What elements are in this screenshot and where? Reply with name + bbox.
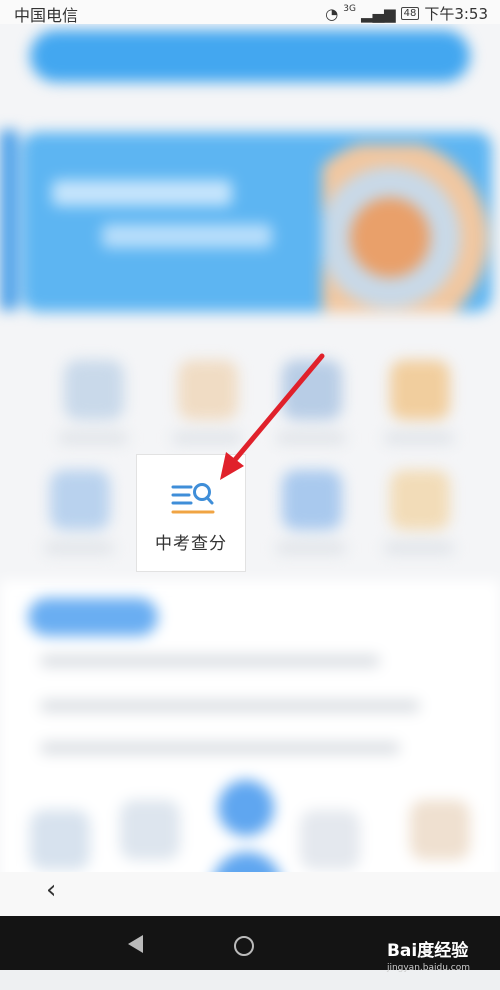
banner-title [52, 180, 232, 206]
feature-label [58, 432, 128, 444]
nav-home-icon[interactable] [234, 936, 254, 956]
feature-icon[interactable] [282, 360, 342, 420]
feature-label [44, 542, 114, 554]
left-edge-strip [0, 130, 18, 310]
feature-label [172, 432, 242, 444]
search-list-icon [171, 483, 215, 514]
section-tab[interactable] [28, 598, 158, 636]
feature-label [384, 432, 454, 444]
bottom-icon[interactable] [410, 800, 470, 860]
bottom-bar [0, 872, 500, 916]
battery-icon: 48 [400, 7, 420, 20]
feature-icon[interactable] [50, 470, 110, 530]
phone-screen: 中国电信 ◔ 3G ▂▄▆ 48 下午3:53 ‹ 中考查分 Bai度经验 ji… [0, 0, 500, 990]
back-chevron-icon[interactable]: ‹ [46, 875, 56, 905]
status-bar: 中国电信 ◔ 3G ▂▄▆ 48 下午3:53 [0, 0, 500, 25]
baidu-watermark: Bai度经验 jingyan.baidu.com [387, 936, 470, 973]
nav-back-icon[interactable] [128, 935, 143, 953]
network-type: 3G [343, 3, 356, 14]
wifi-icon: ◔ [325, 4, 339, 23]
feature-label [276, 432, 346, 444]
bottom-icon[interactable] [30, 810, 90, 870]
banner-subtitle [102, 224, 272, 248]
floating-button[interactable] [218, 780, 274, 836]
search-bar[interactable] [30, 30, 470, 82]
clock: 下午3:53 [424, 5, 488, 23]
feature-label [276, 542, 346, 554]
banner-illustration [322, 144, 492, 312]
feature-label [384, 542, 454, 554]
status-indicators: ◔ 3G ▂▄▆ 48 下午3:53 [325, 3, 488, 24]
watermark-url: jingyan.baidu.com [386, 963, 470, 973]
news-line[interactable] [40, 655, 380, 667]
watermark-brand: Bai度经验 [386, 941, 469, 961]
news-line[interactable] [40, 742, 400, 754]
carrier-name: 中国电信 [14, 6, 79, 25]
feature-icon[interactable] [390, 470, 450, 530]
feature-icon[interactable] [282, 470, 342, 530]
feature-icon[interactable] [178, 360, 238, 420]
feature-icon[interactable] [64, 360, 124, 420]
news-line[interactable] [40, 700, 420, 712]
blurred-app-background [0, 0, 500, 990]
bottom-icon[interactable] [120, 800, 180, 860]
exam-score-label: 中考查分 [155, 534, 227, 554]
exam-score-tile[interactable]: 中考查分 [136, 454, 246, 572]
feature-icon[interactable] [390, 360, 450, 420]
bottom-strip [0, 970, 500, 990]
bottom-icon[interactable] [300, 810, 360, 870]
banner[interactable] [22, 132, 492, 312]
signal-icon: ▂▄▆ [360, 4, 396, 23]
